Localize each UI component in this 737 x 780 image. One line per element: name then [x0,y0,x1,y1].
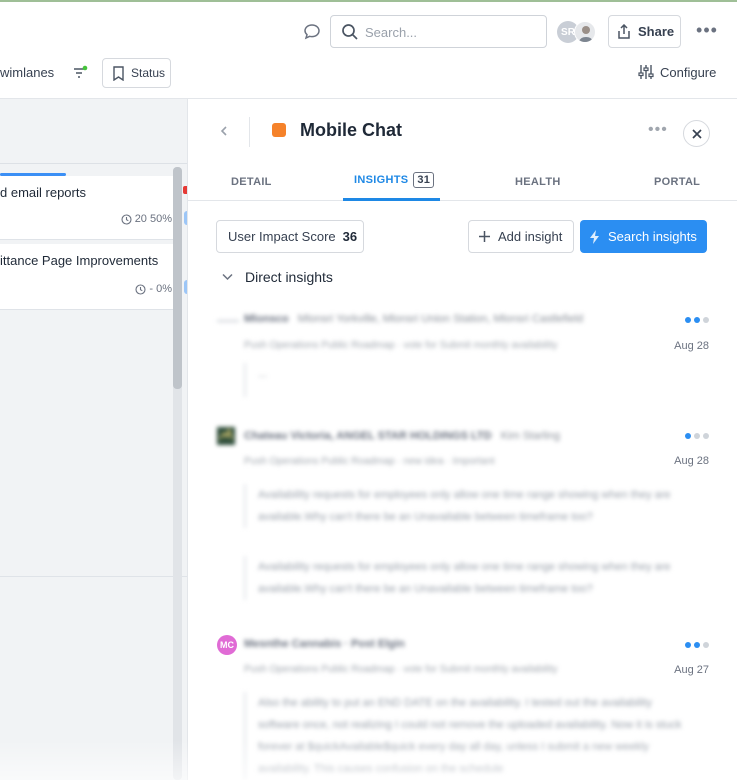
board-scroll-thumb[interactable] [173,167,182,389]
tab-portal[interactable]: PORTAL [654,176,700,188]
search-icon [342,24,358,40]
search-input[interactable] [365,21,535,43]
status-button[interactable]: Status [102,58,171,88]
importance-dot [703,433,709,439]
panel-more-button[interactable]: ••• [648,121,668,139]
detail-panel: Mobile Chat ••• DETAIL INSIGHTS 31 HEALT… [187,99,737,780]
feature-card[interactable]: d email reports 20 50% [0,176,178,240]
importance-dot [685,433,691,439]
comment-icon[interactable] [302,22,322,42]
insight-source: Push Operations Public Roadmap · new ide… [244,456,495,467]
back-button[interactable] [218,121,232,141]
add-insight-button[interactable]: Add insight [468,220,574,253]
search-insights-button[interactable]: Search insights [580,220,707,253]
insight-importance-dots[interactable] [685,317,709,323]
card-title: ittance Page Improvements [0,253,159,268]
card-meta: 20 50% [121,213,172,225]
insight-author: Mesnthe Cannabis · Post Elgin [244,638,405,650]
more-options-button[interactable]: ••• [693,20,721,42]
company-logo-icon [217,320,239,322]
insight-importance-dots[interactable] [685,433,709,439]
lightning-icon [590,229,599,244]
swimlanes-label[interactable]: wimlanes [0,65,54,80]
configure-label: Configure [660,64,717,80]
tab-bar: DETAIL INSIGHTS 31 HEALTH PORTAL [188,169,737,201]
close-icon [691,128,702,139]
feature-color-swatch[interactable] [272,123,286,137]
user-impact-score[interactable]: User Impact Score 36 [216,220,364,253]
tab-detail[interactable]: DETAIL [231,176,272,188]
importance-dot [685,642,691,648]
insight-quote: ... [244,363,684,397]
plus-icon [479,231,490,242]
insight-source: Push Operations Public Roadmap · vote fo… [244,340,558,351]
active-tab-indicator [343,198,440,201]
insight-author: Mlonsco Mlonsri Yorkville, Mlonsri Union… [244,313,584,325]
insight-orgs: Mlonsri Yorkville, Mlonsri Union Station… [297,313,584,325]
close-button[interactable] [683,120,710,147]
insight-author: Chateau Victoria, ANGEL STAR HOLDINGS LT… [244,430,560,442]
user-impact-value: 36 [342,229,358,244]
tab-insights[interactable]: INSIGHTS 31 [354,172,435,188]
insights-count-badge: 31 [413,172,435,188]
user-photo-avatar[interactable] [574,21,596,43]
importance-dot [703,317,709,323]
direct-insights-label: Direct insights [245,269,333,285]
share-button[interactable]: Share [608,15,681,48]
panel-title[interactable]: Mobile Chat [300,120,402,141]
user-impact-label: User Impact Score [228,229,336,244]
card-meta: - 0% [135,283,172,295]
chevron-left-icon [220,126,227,136]
tab-health[interactable]: HEALTH [515,176,561,188]
configure-button[interactable]: Configure [638,64,716,80]
importance-dot [685,317,691,323]
filter-icon[interactable] [71,64,89,82]
company-logo-icon [217,427,235,445]
status-label: Status [131,66,166,80]
insight-quote: Also the ability to put an END DATE on t… [244,692,684,780]
feature-card[interactable]: ittance Page Improvements - 0% [0,244,178,310]
importance-dot [694,317,700,323]
share-icon [618,23,630,39]
add-insight-label: Add insight [498,229,563,244]
insight-orgs: Kim Starling [500,430,560,442]
insight-date: Aug 28 [674,340,709,352]
card-title: d email reports [0,185,86,200]
card-meta-text: - 0% [149,283,172,295]
tab-insights-label: INSIGHTS [354,174,409,186]
avatar: MC [217,635,237,655]
search-box[interactable] [330,15,547,48]
board-separator [0,576,187,577]
insight-source: Push Operations Public Roadmap · vote fo… [244,664,558,675]
clock-icon [135,283,146,295]
direct-insights-toggle[interactable]: Direct insights [222,269,333,285]
bookmark-icon [113,65,124,81]
importance-dot [703,642,709,648]
insight-importance-dots[interactable] [685,642,709,648]
top-accent-line [0,0,737,2]
insight-date: Aug 27 [674,664,709,676]
sliders-icon [638,65,654,79]
search-insights-label: Search insights [608,229,697,244]
lane-divider [0,163,187,164]
card-meta-text: 20 50% [134,213,172,225]
insight-date: Aug 28 [674,455,709,467]
importance-dot [694,642,700,648]
header-divider [249,117,250,147]
chevron-down-icon [222,273,233,281]
share-label: Share [638,24,675,39]
clock-icon [121,213,132,225]
importance-dot [694,433,700,439]
insight-quote: Availability requests for employees only… [244,484,684,528]
board-area: d email reports 20 50% ittance Page Impr… [0,99,187,780]
insight-quote: Availability requests for employees only… [244,556,684,600]
